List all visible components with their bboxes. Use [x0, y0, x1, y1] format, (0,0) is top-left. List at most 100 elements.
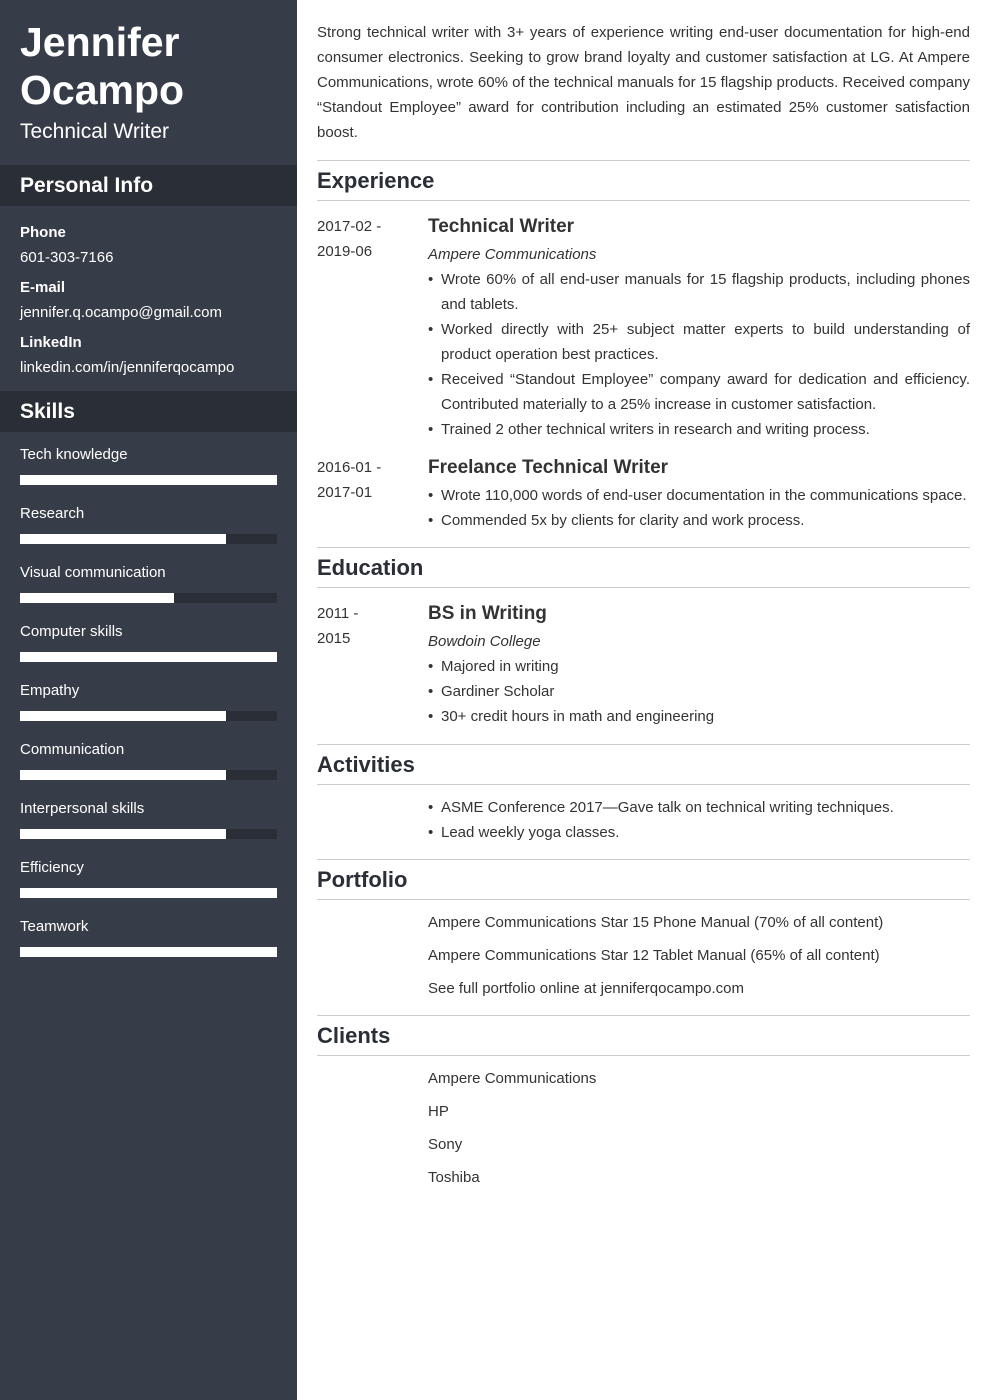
skill-bar-fill: [20, 947, 277, 957]
skill-bar-fill: [20, 888, 277, 898]
bullet-list: Wrote 60% of all end-user manuals for 15…: [428, 267, 970, 442]
activities-list: ASME Conference 2017—Gave talk on techni…: [317, 795, 970, 845]
activity-item: Lead weekly yoga classes.: [428, 820, 970, 845]
skill-bar: [20, 534, 277, 544]
entry-date: 2011 - 2015: [317, 601, 428, 729]
entry: 2017-02 - 2019-06 Technical Writer Ampere C…: [317, 214, 970, 442]
client-item: Ampere Communications: [428, 1070, 597, 1087]
bullet-item: Worked directly with 25+ subject matter …: [428, 317, 970, 367]
client-item: Sony: [428, 1136, 463, 1153]
experience-heading: Experience: [317, 160, 970, 201]
experience-list: 2017-02 - 2019-06 Technical Writer Ampere C…: [317, 214, 970, 533]
portfolio-heading: Portfolio: [317, 859, 970, 900]
skill-label: Research: [20, 505, 85, 522]
skill-item: Computer skills: [20, 621, 277, 680]
client-item: Toshiba: [428, 1169, 480, 1186]
skill-bar: [20, 593, 277, 603]
date-start: 2011 -: [317, 605, 359, 622]
skill-bar-fill: [20, 829, 226, 839]
skill-item: Visual communication: [20, 562, 277, 621]
skill-label: Efficiency: [20, 859, 84, 876]
info-label: Phone: [20, 224, 66, 241]
clients-list: Ampere Communications HP Sony Toshiba: [317, 1062, 970, 1194]
bullet-item: 30+ credit hours in math and engineering: [428, 704, 970, 729]
info-label: E-mail: [20, 279, 66, 296]
date-start: 2017-02 -: [317, 218, 382, 235]
personal-info: Phone 601-303-7166 E-mail jennifer.q.ocampo…: [0, 206, 297, 379]
skill-label: Interpersonal skills: [20, 800, 145, 817]
date-end: 2015: [317, 630, 351, 647]
candidate-name: Jennifer Ocampo: [0, 0, 297, 114]
date-start: 2016-01 -: [317, 459, 382, 476]
entry-date: 2017-02 - 2019-06: [317, 214, 428, 442]
skill-label: Communication: [20, 741, 125, 758]
entry-title: Freelance Technical Writer: [428, 457, 669, 478]
activities-heading: Activities: [317, 744, 970, 785]
date-end: 2017-01: [317, 484, 373, 501]
entry-title: BS in Writing: [428, 603, 547, 624]
skills-heading: Skills: [0, 391, 297, 432]
skill-bar: [20, 652, 277, 662]
bullet-item: Wrote 110,000 words of end-user document…: [428, 483, 970, 508]
bullet-list: Wrote 110,000 words of end-user document…: [428, 483, 970, 533]
date-end: 2019-06: [317, 243, 373, 260]
info-value: 601-303-7166: [20, 249, 114, 266]
entry-organization: Bowdoin College: [428, 633, 541, 650]
skill-label: Computer skills: [20, 623, 123, 640]
bullet-item: Majored in writing: [428, 654, 970, 679]
portfolio-item: See full portfolio online at jenniferqoc…: [428, 980, 745, 997]
info-value: jennifer.q.ocampo@gmail.com: [20, 304, 222, 321]
personal-info-heading: Personal Info: [0, 165, 297, 206]
skill-label: Teamwork: [20, 918, 89, 935]
skill-item: Research: [20, 503, 277, 562]
skill-item: Interpersonal skills: [20, 798, 277, 857]
skill-bar-fill: [20, 593, 175, 603]
info-value: linkedin.com/in/jenniferqocampo: [20, 359, 235, 376]
summary: Strong technical writer with 3+ years of…: [317, 24, 970, 141]
bullet-item: Wrote 60% of all end-user manuals for 15…: [428, 267, 970, 317]
skill-item: Tech knowledge: [20, 444, 277, 503]
bullet-item: Gardiner Scholar: [428, 679, 970, 704]
entry-body: Technical Writer Ampere Communications Wro…: [428, 214, 970, 442]
skill-label: Visual communication: [20, 564, 166, 581]
client-item: HP: [428, 1103, 449, 1120]
entry-body: Freelance Technical Writer Wrote 110,000 …: [428, 455, 970, 533]
last-name: Ocampo: [20, 67, 185, 113]
skill-bar-fill: [20, 475, 277, 485]
entry: 2016-01 - 2017-01 Freelance Technical Writ…: [317, 455, 970, 533]
clients-heading: Clients: [317, 1015, 970, 1056]
skill-bar-fill: [20, 711, 226, 721]
bullet-list: Majored in writingGardiner Scholar30+ cr…: [428, 654, 970, 729]
skill-item: Teamwork: [20, 916, 277, 975]
skill-label: Empathy: [20, 682, 80, 699]
bullet-item: Trained 2 other technical writers in res…: [428, 417, 970, 442]
first-name: Jennifer: [20, 19, 180, 65]
bullet-item: Commended 5x by clients for clarity and …: [428, 508, 970, 533]
activity-item: ASME Conference 2017—Gave talk on techni…: [428, 795, 970, 820]
skill-bar: [20, 475, 277, 485]
info-label: LinkedIn: [20, 334, 82, 351]
sidebar: Jennifer Ocampo Technical Writer Persona…: [0, 0, 297, 1400]
portfolio-item: Ampere Communications Star 12 Tablet Man…: [428, 947, 880, 964]
entry-title: Technical Writer: [428, 216, 575, 237]
main-content: Strong technical writer with 3+ years of…: [317, 0, 970, 1194]
skill-bar-fill: [20, 652, 277, 662]
skill-item: Efficiency: [20, 857, 277, 916]
skill-bar-fill: [20, 770, 226, 780]
education-heading: Education: [317, 547, 970, 588]
entry-date: 2016-01 - 2017-01: [317, 455, 428, 533]
skill-label: Tech knowledge: [20, 446, 128, 463]
job-title: Technical Writer: [20, 120, 169, 143]
skill-bar: [20, 888, 277, 898]
skill-bar: [20, 829, 277, 839]
portfolio-list: Ampere Communications Star 15 Phone Manu…: [317, 906, 970, 1005]
skill-item: Communication: [20, 739, 277, 798]
skill-item: Empathy: [20, 680, 277, 739]
entry-organization: Ampere Communications: [428, 246, 597, 263]
skill-bar: [20, 770, 277, 780]
skill-bar: [20, 947, 277, 957]
entry-body: BS in Writing Bowdoin College Majored in w…: [428, 601, 970, 729]
bullet-item: Received “Standout Employee” company awa…: [428, 367, 970, 417]
portfolio-item: Ampere Communications Star 15 Phone Manu…: [428, 914, 884, 931]
entry: 2011 - 2015 BS in Writing Bowdoin College Ma…: [317, 601, 970, 729]
